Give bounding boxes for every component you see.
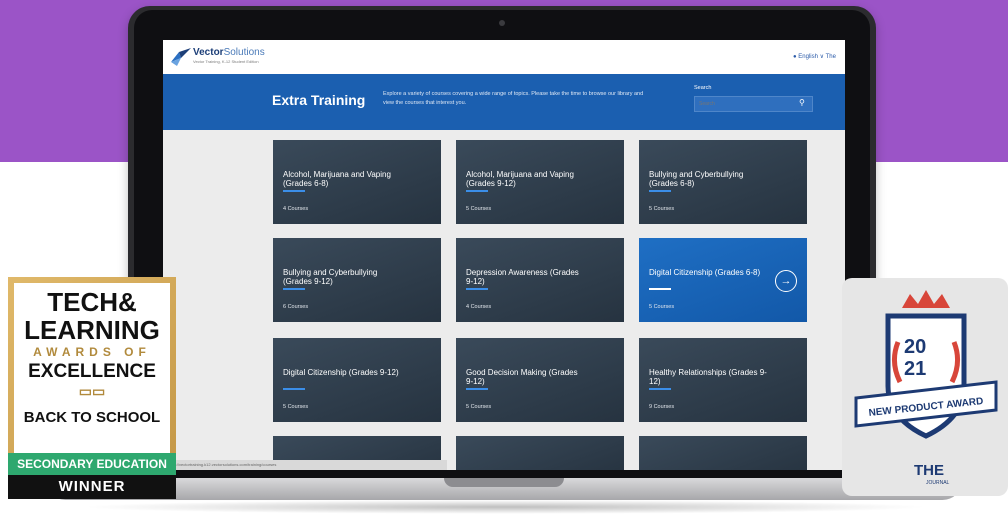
course-card[interactable]: Depression Awareness (Grades 9-12) 4 Cou… (456, 238, 624, 322)
course-card[interactable]: Alcohol, Marijuana and Vaping (Grades 6-… (273, 140, 441, 224)
laptop-screen: VectorSolutions Vector Training, K-12 St… (163, 40, 845, 470)
course-count: 5 Courses (649, 304, 675, 310)
course-card[interactable]: Bullying and Cyberbullying (Grades 6-8) … (639, 140, 807, 224)
page-description: Explore a variety of courses covering a … (383, 91, 644, 106)
accent-bar (283, 288, 305, 290)
vector-logo-icon (171, 48, 191, 66)
badge-line-excellence: EXCELLENCE (28, 361, 156, 382)
badge-line-learning: LEARNING (24, 315, 160, 345)
menu-item-partial[interactable]: The (826, 54, 836, 60)
accent-bar (466, 288, 488, 290)
course-card[interactable]: Digital Citizenship (Grades 9-12) 5 Cour… (273, 338, 441, 422)
webcam (499, 20, 505, 26)
language-label: English (798, 54, 818, 60)
search-input[interactable] (699, 99, 789, 109)
course-card[interactable]: Alcohol, Marijuana and Vaping (Grades 9-… (456, 140, 624, 224)
hero-banner: Extra Training Explore a variety of cour… (163, 74, 845, 130)
accent-bar (649, 190, 671, 192)
accent-bar (466, 190, 488, 192)
award-year-top: 20 (904, 336, 927, 358)
brand-name[interactable]: VectorSolutions (193, 47, 265, 58)
accent-bar (283, 190, 305, 192)
accent-bar (466, 388, 488, 390)
chevron-down-icon: ∨ (819, 54, 825, 60)
search-icon[interactable]: ⚲ (799, 98, 805, 107)
top-bar: VectorSolutions Vector Training, K-12 St… (163, 40, 845, 74)
course-count: 5 Courses (649, 206, 675, 212)
brand-tagline: Vector Training, K-12 Student Edition (193, 59, 259, 64)
course-title: Depression Awareness (Grades 9-12) (466, 268, 579, 286)
course-count: 5 Courses (466, 206, 492, 212)
course-card[interactable]: Healthy Relationships (Grades 9-12) 9 Co… (639, 338, 807, 422)
course-title: Alcohol, Marijuana and Vaping (Grades 9-… (466, 170, 574, 188)
accent-bar (649, 388, 671, 390)
course-title: Alcohol, Marijuana and Vaping (Grades 6-… (283, 170, 391, 188)
course-count: 4 Courses (466, 304, 492, 310)
course-count: 5 Courses (283, 404, 309, 410)
the-journal-award-badge: 20 21 NEW PRODUCT AWARD THE JOURNAL (842, 278, 1008, 496)
course-title: Digital Citizenship (Grades 6-8) (649, 268, 761, 277)
badge-winner: WINNER (8, 475, 176, 499)
badge-panel: TECH& LEARNING AWARDS OF EXCELLENCE ▭▭ B… (14, 283, 170, 453)
course-card[interactable]: Good Decision Making (Grades 9-12) 5 Cou… (456, 338, 624, 422)
course-card-active[interactable]: Digital Citizenship (Grades 6-8) 5 Cours… (639, 238, 807, 322)
book-icon: ▭▭ (78, 383, 106, 399)
course-card-partial[interactable] (639, 436, 807, 470)
accent-bar (649, 288, 671, 290)
browser-status-url: https://vectortraining.k12.vectorsolutio… (163, 460, 447, 470)
the-journal-logo: THE (914, 462, 944, 479)
laptop-base-notch (444, 478, 564, 487)
award-year-bottom: 21 (904, 358, 927, 380)
course-count: 6 Courses (283, 304, 309, 310)
course-count: 4 Courses (283, 206, 309, 212)
course-title: Healthy Relationships (Grades 9-12) (649, 368, 767, 386)
tech-learning-award-badge: TECH& LEARNING AWARDS OF EXCELLENCE ▭▭ B… (8, 277, 176, 499)
course-title: Bullying and Cyberbullying (Grades 9-12) (283, 268, 378, 286)
course-title: Bullying and Cyberbullying (Grades 6-8) (649, 170, 744, 188)
page-title: Extra Training (272, 92, 366, 108)
arrow-right-icon[interactable]: → (775, 270, 797, 292)
search-field[interactable]: ⚲ (694, 96, 813, 112)
laptop-shadow (80, 500, 930, 514)
globe-icon: ● (793, 54, 797, 60)
accent-bar (283, 388, 305, 390)
the-journal-sub: JOURNAL (926, 480, 950, 486)
course-card[interactable]: Bullying and Cyberbullying (Grades 9-12)… (273, 238, 441, 322)
badge-line-tech: TECH& (47, 287, 137, 317)
badge-line-back-to-school: BACK TO SCHOOL (23, 409, 161, 426)
course-count: 9 Courses (649, 404, 675, 410)
badge-line-awards: AWARDS OF (33, 345, 151, 359)
course-title: Good Decision Making (Grades 9-12) (466, 368, 578, 386)
search-label: Search (694, 85, 712, 91)
badge-category: SECONDARY EDUCATION (8, 453, 176, 475)
course-card-partial[interactable] (456, 436, 624, 470)
language-selector[interactable]: ● English ∨ The (793, 53, 836, 60)
course-title: Digital Citizenship (Grades 9-12) (283, 368, 399, 377)
course-count: 5 Courses (466, 404, 492, 410)
